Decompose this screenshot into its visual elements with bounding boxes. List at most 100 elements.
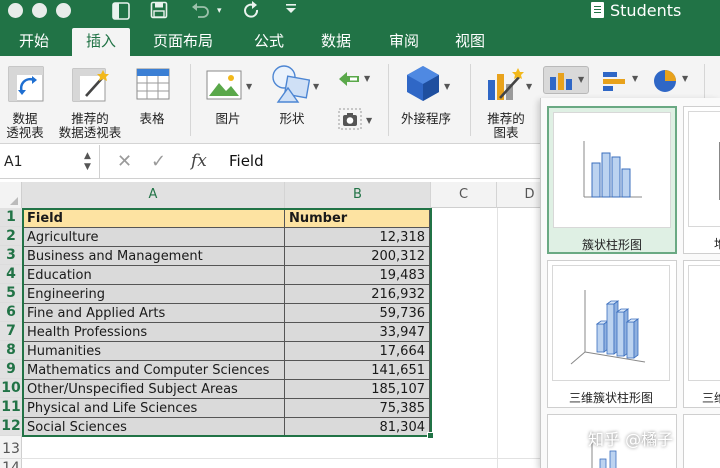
selection-range xyxy=(22,208,432,437)
ribbon-separator xyxy=(190,64,191,136)
stacked-column-preview xyxy=(688,111,720,227)
recommended-charts-label-2: 图表 xyxy=(493,125,519,140)
ribbon-separator xyxy=(388,64,389,136)
close-window-button[interactable] xyxy=(8,3,23,18)
title-bar: ▾ Students xyxy=(0,0,720,26)
zoom-window-button[interactable] xyxy=(56,3,71,18)
smartart-dropdown-icon[interactable]: ▼ xyxy=(364,74,370,83)
stacked-column-label: 堆 xyxy=(714,235,720,252)
name-box-value: A1 xyxy=(4,154,23,170)
3d-clustered-column-label: 三维簇状柱形图 xyxy=(568,391,653,405)
recommended-charts-dropdown-icon[interactable]: ▼ xyxy=(526,82,532,91)
watermark: 知乎 @橘子 xyxy=(588,430,674,449)
tab-home[interactable]: 开始 xyxy=(19,30,49,52)
clustered-column-preview xyxy=(553,112,671,228)
redo-icon[interactable] xyxy=(242,1,262,26)
undo-dropdown-icon[interactable]: ▾ xyxy=(217,1,222,21)
save-icon[interactable] xyxy=(150,1,168,24)
recommended-pivot-label-1: 推荐的 xyxy=(71,111,109,126)
row-header[interactable]: 9 xyxy=(0,360,22,379)
add-ins-icon xyxy=(407,66,439,101)
fill-handle[interactable] xyxy=(427,432,434,439)
column-chart-dropdown-icon: ▼ xyxy=(578,75,585,84)
recommended-pivot-icon xyxy=(72,68,109,102)
3d-stacked-column-option[interactable]: 三维 xyxy=(683,260,720,408)
bar-chart-dropdown-icon[interactable]: ▼ xyxy=(632,74,638,83)
ribbon-tabs: 开始 插入 页面布局 公式 数据 审阅 视图 xyxy=(0,26,720,56)
minimize-window-button[interactable] xyxy=(32,3,47,18)
insert-function-button[interactable]: fx xyxy=(191,151,207,171)
pivot-table-label-2: 透视表 xyxy=(6,125,44,140)
row-header[interactable]: 10 xyxy=(0,379,22,398)
formula-input[interactable]: Field xyxy=(229,152,264,170)
pie-chart-dropdown-icon[interactable]: ▼ xyxy=(682,74,688,83)
sidebar-toggle-icon[interactable] xyxy=(111,1,131,26)
row-header[interactable]: 1 xyxy=(0,208,22,227)
screenshot-icon[interactable] xyxy=(338,108,362,130)
row-header[interactable]: 4 xyxy=(0,265,22,284)
shapes-label: 形状 xyxy=(279,111,305,126)
row-header[interactable]: 11 xyxy=(0,398,22,417)
add-ins-dropdown-icon[interactable]: ▼ xyxy=(444,82,450,91)
recommended-charts-label-1: 推荐的 xyxy=(487,111,525,126)
gridline xyxy=(497,208,498,468)
3d-clustered-column-preview xyxy=(552,265,670,381)
3d-clustered-column-option[interactable]: 三维簇状柱形图 xyxy=(547,260,677,408)
ribbon-separator xyxy=(470,64,471,136)
customize-toolbar-icon[interactable] xyxy=(284,1,298,22)
window-title: Students xyxy=(610,1,682,20)
name-box-stepper-icon[interactable]: ▲ ▼ xyxy=(84,151,91,173)
row-header[interactable]: 14 xyxy=(0,459,22,468)
document-icon xyxy=(591,2,604,18)
row-header[interactable]: 2 xyxy=(0,227,22,246)
row-header[interactable]: 7 xyxy=(0,322,22,341)
clustered-column-label: 簇状柱形图 xyxy=(581,238,642,252)
3d-column-chart-icon xyxy=(570,290,646,365)
3d-stacked-column-label: 三维 xyxy=(702,391,720,405)
3d-stacked-column-preview xyxy=(688,265,720,381)
row-headers: 1 2 3 4 5 6 7 8 9 10 11 12 13 14 xyxy=(0,208,22,468)
column-chart-icon xyxy=(550,73,572,90)
column-header-a[interactable]: A xyxy=(22,182,285,208)
tab-review[interactable]: 审阅 xyxy=(389,30,419,52)
clustered-column-chart-icon xyxy=(583,141,642,198)
column-header-c[interactable]: C xyxy=(431,182,497,208)
clustered-column-option[interactable]: 簇状柱形图 xyxy=(547,106,677,254)
row-header[interactable]: 8 xyxy=(0,341,22,360)
gallery-option-partial[interactable] xyxy=(683,414,720,468)
row-header[interactable]: 12 xyxy=(0,417,22,436)
column-chart-button[interactable]: ▼ xyxy=(543,66,589,94)
pictures-label: 图片 xyxy=(215,111,241,126)
confirm-icon[interactable]: ✓ xyxy=(151,151,166,172)
shapes-dropdown-icon[interactable]: ▼ xyxy=(313,82,319,91)
screenshot-dropdown-icon[interactable]: ▼ xyxy=(366,116,372,125)
table-icon xyxy=(136,68,170,100)
recommended-pivot-label-2: 数据透视表 xyxy=(58,125,122,140)
pivot-table-label-1: 数据 xyxy=(12,111,38,126)
smartart-icon[interactable] xyxy=(338,70,360,88)
tab-formulas[interactable]: 公式 xyxy=(254,30,284,52)
tab-data[interactable]: 数据 xyxy=(321,30,351,52)
tab-page-layout[interactable]: 页面布局 xyxy=(153,30,213,52)
bar-chart-icon[interactable] xyxy=(602,70,628,92)
table-label: 表格 xyxy=(139,111,165,126)
cancel-icon[interactable]: ✕ xyxy=(117,151,132,172)
chart-gallery-menu: 簇状柱形图 堆 三维簇状柱形图 xyxy=(540,98,720,468)
stacked-column-option[interactable]: 堆 xyxy=(683,106,720,254)
row-header[interactable]: 13 xyxy=(0,440,22,459)
select-all-button[interactable] xyxy=(0,182,22,208)
recommended-charts-icon xyxy=(488,68,524,100)
picture-icon xyxy=(206,70,242,100)
undo-icon[interactable] xyxy=(190,1,212,24)
shapes-icon xyxy=(272,65,310,103)
column-header-b[interactable]: B xyxy=(285,182,431,208)
pictures-dropdown-icon[interactable]: ▼ xyxy=(246,82,252,91)
pivot-table-icon xyxy=(8,66,44,102)
row-header[interactable]: 5 xyxy=(0,284,22,303)
row-header[interactable]: 6 xyxy=(0,303,22,322)
add-ins-label: 外接程序 xyxy=(400,111,451,126)
row-header[interactable]: 3 xyxy=(0,246,22,265)
tab-insert[interactable]: 插入 xyxy=(72,28,131,56)
tab-view[interactable]: 视图 xyxy=(455,30,485,52)
pie-chart-icon[interactable] xyxy=(652,68,678,94)
